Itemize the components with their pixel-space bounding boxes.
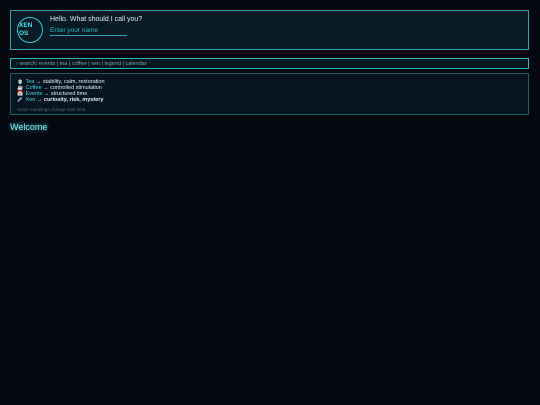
legend-keyword: Xen bbox=[25, 97, 36, 103]
syringe-icon: 💉 bbox=[17, 97, 24, 103]
header-panel: XEN OS Hello. What should I call you? bbox=[10, 10, 529, 50]
xen-os-logo: XEN OS bbox=[17, 17, 43, 43]
greeting-text: Hello. What should I call you? bbox=[50, 16, 143, 23]
search-bar[interactable]: › search: events | tea | coffee | xen | … bbox=[10, 58, 529, 69]
search-command-text: › search: events | tea | coffee | xen | … bbox=[16, 61, 147, 67]
legend-note: Some meanings change over time. bbox=[17, 107, 87, 112]
logo-text: XEN OS bbox=[19, 22, 33, 37]
name-input[interactable] bbox=[50, 25, 127, 36]
legend-description: curiosity, risk, mystery bbox=[43, 97, 104, 103]
welcome-heading: Welcome bbox=[10, 122, 48, 132]
legend-panel: 🍵 Tea → stability, calm, restoration ☕ C… bbox=[10, 73, 529, 115]
legend-arrow: → bbox=[36, 97, 43, 103]
legend-item-xen: 💉 Xen → curiosity, risk, mystery bbox=[17, 97, 103, 104]
